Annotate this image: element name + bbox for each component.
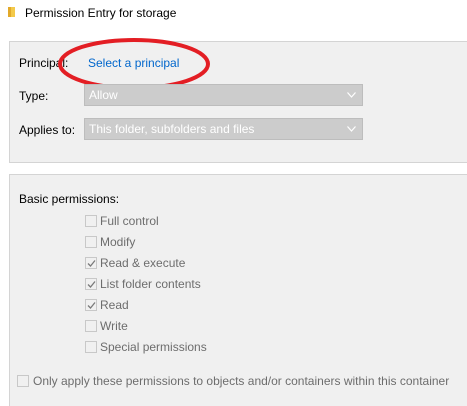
applies-to-label: Applies to:: [19, 123, 76, 137]
select-principal-link[interactable]: Select a principal: [88, 56, 179, 70]
only-apply-checkbox[interactable]: [17, 375, 29, 387]
only-apply-label: Only apply these permissions to objects …: [33, 374, 450, 388]
permission-label: Read & execute: [100, 256, 186, 270]
permission-label: Modify: [100, 235, 136, 249]
basic-permissions-heading: Basic permissions:: [19, 192, 120, 206]
permissions-panel: [9, 174, 467, 406]
permission-checkbox[interactable]: [85, 320, 97, 332]
checkmark-icon: [87, 302, 96, 309]
permission-checkbox[interactable]: [85, 257, 97, 269]
type-dropdown[interactable]: Allow: [84, 84, 363, 106]
permission-checkbox[interactable]: [85, 299, 97, 311]
type-label: Type:: [19, 89, 49, 103]
permission-label: List folder contents: [100, 277, 201, 291]
permission-label: Special permissions: [100, 340, 207, 354]
type-dropdown-value: Allow: [89, 88, 118, 102]
permission-label: Write: [100, 319, 128, 333]
applies-to-dropdown[interactable]: This folder, subfolders and files: [84, 118, 363, 140]
permission-label: Read: [100, 298, 129, 312]
chevron-down-icon: [347, 126, 356, 132]
applies-to-dropdown-value: This folder, subfolders and files: [89, 122, 255, 136]
permission-checkbox[interactable]: [85, 341, 97, 353]
title-bar: Permission Entry for storage: [0, 0, 467, 26]
folder-icon: [8, 7, 15, 17]
permission-checkbox[interactable]: [85, 236, 97, 248]
principal-label: Principal:: [19, 56, 69, 70]
checkmark-icon: [87, 260, 96, 267]
window-title: Permission Entry for storage: [25, 6, 177, 20]
permission-checkbox[interactable]: [85, 215, 97, 227]
chevron-down-icon: [347, 92, 356, 98]
checkmark-icon: [87, 281, 96, 288]
permission-checkbox[interactable]: [85, 278, 97, 290]
permission-label: Full control: [100, 214, 159, 228]
